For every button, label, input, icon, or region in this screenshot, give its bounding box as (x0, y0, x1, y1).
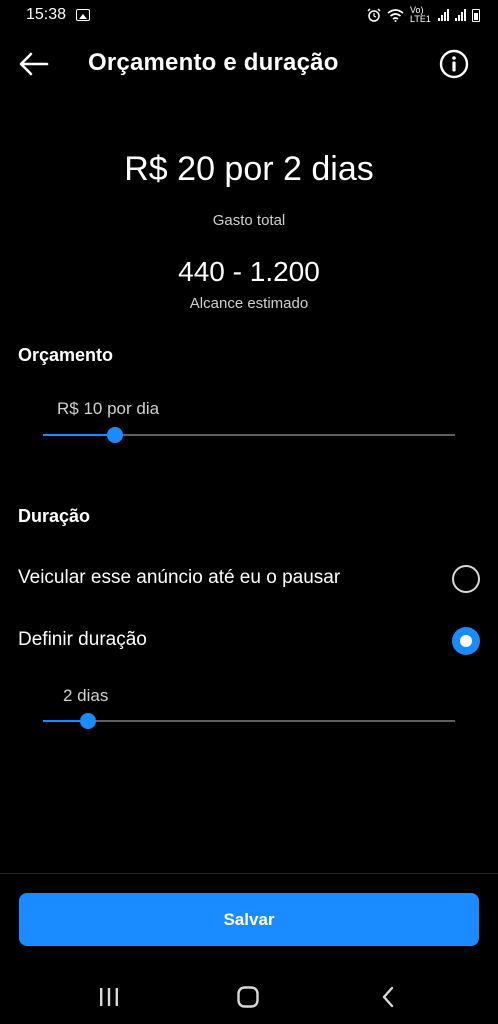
budget-section-title: Orçamento (18, 345, 114, 365)
status-time: 15:38 (26, 6, 67, 23)
app-bar: Orçamento e duração (0, 36, 498, 92)
radio-set-duration[interactable] (452, 627, 480, 655)
arrow-left-icon (19, 52, 49, 76)
alarm-icon (367, 8, 381, 22)
duration-slider-thumb[interactable] (80, 713, 96, 729)
recent-apps-button[interactable] (94, 982, 124, 1012)
network-label: Vo) LTE1 (410, 5, 431, 24)
budget-value-label: R$ 10 por dia (57, 399, 160, 418)
wifi-icon (387, 8, 404, 22)
chevron-left-icon (382, 986, 394, 1008)
home-button[interactable] (233, 982, 263, 1012)
budget-slider[interactable] (43, 427, 455, 443)
option-set-duration[interactable]: Definir duração (0, 617, 498, 667)
duration-section-title: Duração (18, 506, 91, 526)
footer-divider (0, 873, 498, 874)
save-button[interactable]: Salvar (19, 893, 479, 946)
estimated-reach-value: 440 - 1.200 (178, 256, 320, 287)
gallery-notification-icon (76, 9, 91, 21)
system-nav-bar (0, 968, 498, 1024)
radio-run-until-paused[interactable] (452, 565, 480, 593)
signal-icon-2 (455, 9, 466, 21)
info-icon (439, 49, 469, 79)
duration-slider[interactable] (43, 713, 455, 729)
page-title: Orçamento e duração (88, 49, 339, 76)
back-button[interactable] (16, 46, 52, 82)
duration-value-label: 2 dias (63, 686, 109, 705)
recent-apps-icon (100, 988, 118, 1006)
estimated-reach-label: Alcance estimado (189, 295, 309, 312)
battery-icon (472, 8, 480, 22)
budget-slider-fill (43, 434, 115, 436)
home-icon (237, 986, 259, 1008)
total-spend-label: Gasto total (212, 212, 286, 229)
signal-icon (438, 9, 449, 21)
budget-slider-thumb[interactable] (107, 427, 123, 443)
budget-summary: R$ 20 por 2 dias (124, 150, 374, 188)
option-run-until-paused[interactable]: Veicular esse anúncio até eu o pausar (0, 555, 498, 605)
info-button[interactable] (438, 48, 470, 80)
option-run-until-paused-label: Veicular esse anúncio até eu o pausar (18, 567, 341, 588)
status-bar: 15:38 Vo) LTE1 (0, 0, 498, 30)
status-right: Vo) LTE1 (367, 6, 480, 24)
status-left: 15:38 (26, 6, 91, 24)
option-set-duration-label: Definir duração (18, 629, 147, 650)
back-nav-button[interactable] (373, 982, 403, 1012)
